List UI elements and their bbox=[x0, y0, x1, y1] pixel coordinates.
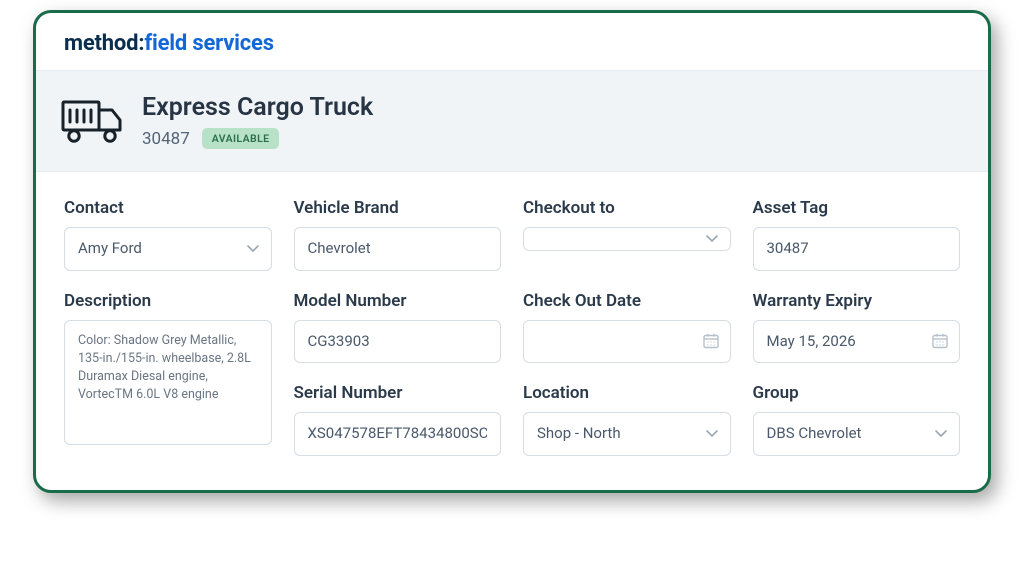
warranty-expiry-label: Warranty Expiry bbox=[753, 291, 961, 311]
warranty-expiry-input[interactable] bbox=[753, 320, 961, 364]
brand-part-a: method bbox=[64, 31, 138, 56]
field-model-number: Model Number bbox=[294, 291, 502, 364]
vehicle-brand-input[interactable] bbox=[294, 227, 502, 271]
field-group: Group DBS Chevrolet bbox=[753, 383, 961, 456]
group-select[interactable]: DBS Chevrolet bbox=[753, 412, 961, 456]
vehicle-brand-label: Vehicle Brand bbox=[294, 198, 502, 218]
description-label: Description bbox=[64, 291, 272, 311]
field-warranty-expiry: Warranty Expiry bbox=[753, 291, 961, 364]
asset-title: Express Cargo Truck bbox=[142, 93, 373, 122]
status-badge: AVAILABLE bbox=[202, 128, 280, 149]
field-checkout-date: Check Out Date bbox=[523, 291, 731, 364]
field-serial-number: Serial Number bbox=[294, 383, 502, 456]
asset-tag-input[interactable] bbox=[753, 227, 961, 271]
group-label: Group bbox=[753, 383, 961, 403]
serial-number-input[interactable] bbox=[294, 412, 502, 456]
field-asset-tag: Asset Tag bbox=[753, 198, 961, 271]
field-description: Description bbox=[64, 291, 272, 456]
field-location: Location Shop - North bbox=[523, 383, 731, 456]
description-textarea[interactable] bbox=[64, 320, 272, 445]
serial-number-label: Serial Number bbox=[294, 383, 502, 403]
form-grid: Contact Amy Ford Vehicle Brand Checkout … bbox=[36, 172, 988, 490]
asset-card: method:field services Express Cargo Truc… bbox=[33, 10, 991, 493]
field-checkout-to: Checkout to bbox=[523, 198, 731, 271]
contact-select[interactable]: Amy Ford bbox=[64, 227, 272, 271]
header-text-block: Express Cargo Truck 30487 AVAILABLE bbox=[142, 93, 373, 149]
location-label: Location bbox=[523, 383, 731, 403]
truck-icon bbox=[58, 93, 128, 149]
checkout-to-select[interactable] bbox=[523, 227, 731, 251]
checkout-date-input[interactable] bbox=[523, 320, 731, 364]
topbar: method:field services bbox=[36, 13, 988, 71]
brand-part-b: field services bbox=[144, 31, 274, 56]
model-number-label: Model Number bbox=[294, 291, 502, 311]
checkout-date-label: Check Out Date bbox=[523, 291, 731, 311]
field-contact: Contact Amy Ford bbox=[64, 198, 272, 271]
asset-id: 30487 bbox=[142, 129, 190, 149]
checkout-to-label: Checkout to bbox=[523, 198, 731, 218]
field-vehicle-brand: Vehicle Brand bbox=[294, 198, 502, 271]
asset-header: Express Cargo Truck 30487 AVAILABLE bbox=[36, 71, 988, 172]
contact-label: Contact bbox=[64, 198, 272, 218]
asset-tag-label: Asset Tag bbox=[753, 198, 961, 218]
brand-logo: method:field services bbox=[64, 31, 960, 56]
location-select[interactable]: Shop - North bbox=[523, 412, 731, 456]
model-number-input[interactable] bbox=[294, 320, 502, 364]
header-subrow: 30487 AVAILABLE bbox=[142, 128, 373, 149]
